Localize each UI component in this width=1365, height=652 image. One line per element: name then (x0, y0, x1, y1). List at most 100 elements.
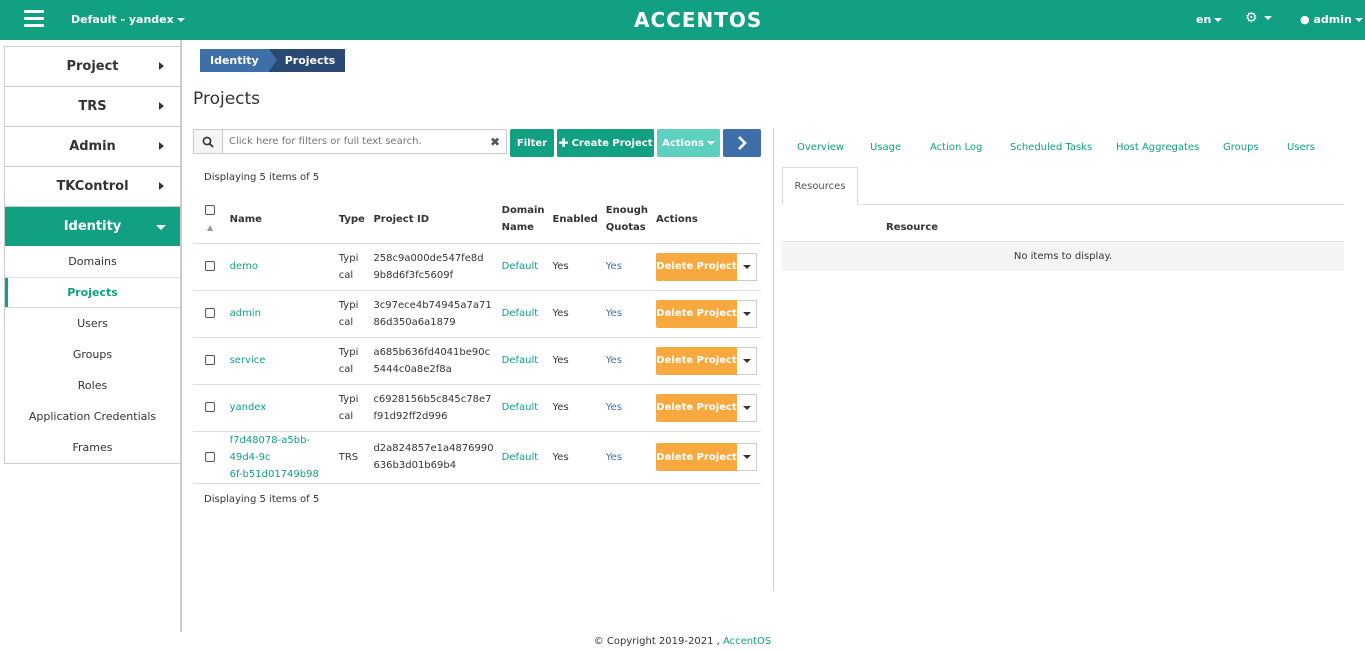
subnav-item-groups[interactable]: Groups (5, 339, 180, 370)
row-actions-dropdown[interactable] (737, 393, 757, 422)
id-line1: 3c97ece4b74945a7a71 (373, 299, 492, 311)
project-selector[interactable]: Default - yandex (71, 13, 185, 26)
cell-actions: Delete Project (652, 431, 761, 484)
cell-actions: Delete Project (652, 384, 761, 432)
cell-enabled: Yes (548, 290, 602, 338)
subnav-item-users[interactable]: Users (5, 308, 180, 339)
search-icon[interactable] (194, 130, 223, 153)
sidebar-item-trs[interactable]: TRS (4, 86, 181, 126)
table-row: f7d48078-a5bb-49d4-9c 6f-b51d01749b98 TRS d… (193, 431, 761, 484)
row-checkbox[interactable] (205, 261, 215, 271)
tab-resources[interactable]: Resources (782, 167, 858, 205)
delete-project-button[interactable]: Delete Project (656, 346, 737, 375)
subnav-item-projects[interactable]: Projects (5, 277, 180, 308)
select-all-checkbox[interactable] (205, 205, 215, 216)
col-type[interactable]: Type (334, 196, 370, 244)
cell-actions: Delete Project (652, 290, 761, 338)
chevron-down-icon (742, 311, 751, 316)
domain-link[interactable]: Default (502, 355, 539, 366)
project-name-link[interactable]: demo (230, 261, 258, 272)
domain-link[interactable]: Default (502, 308, 539, 319)
project-name-link[interactable]: service (230, 355, 266, 366)
cell-quotas: Yes (601, 337, 652, 385)
table-row: service Typi cal a685b636fd4041be90c 5444c0a… (193, 337, 761, 385)
sort-asc-icon[interactable]: ▲ (207, 223, 213, 232)
row-select-cell (193, 431, 226, 484)
id-line1: a685b636fd4041be90c (373, 346, 491, 358)
row-checkbox[interactable] (205, 355, 215, 365)
domain-link[interactable]: Default (502, 452, 539, 463)
col-name[interactable]: Name (225, 196, 335, 244)
domain-link[interactable]: Default (502, 261, 539, 272)
user-icon: ● (1300, 13, 1310, 26)
language-selector[interactable]: en (1196, 13, 1223, 26)
quotas-link[interactable]: Yes (606, 308, 622, 319)
delete-project-button[interactable]: Delete Project (656, 299, 737, 328)
quotas-link[interactable]: Yes (606, 452, 622, 463)
sidebar-item-identity[interactable]: Identity (4, 206, 181, 246)
sidebar-item-tkcontrol[interactable]: TKControl (4, 166, 181, 206)
table-row: yandex Typi cal c6928156b5c845c78e7 f91d92ff… (193, 384, 761, 432)
subnav-item-frames[interactable]: Frames (5, 432, 180, 463)
table-header-row: ▲ Name Type Project ID Domain Name Enable… (193, 196, 761, 244)
col-enabled[interactable]: Enabled (548, 196, 602, 244)
settings-menu[interactable]: ⚙ (1245, 10, 1272, 26)
subnav-item-domains[interactable]: Domains (5, 246, 180, 277)
cell-domain: Default (497, 431, 549, 484)
delete-project-button[interactable]: Delete Project (656, 443, 737, 471)
row-checkbox[interactable] (205, 402, 215, 412)
row-actions-dropdown[interactable] (737, 443, 757, 471)
row-select-cell (193, 384, 226, 432)
cell-name: demo (225, 243, 335, 291)
toggle-detail-button[interactable] (723, 129, 761, 157)
id-line2: 86d350a6a1879 (373, 316, 456, 328)
row-actions-dropdown[interactable] (737, 252, 757, 281)
search-bar: ✖ (193, 129, 507, 154)
sidebar-item-project[interactable]: Project (4, 46, 181, 86)
cell-project-id: 3c97ece4b74945a7a71 86d350a6a1879 (369, 290, 498, 338)
project-name-link[interactable]: f7d48078-a5bb-49d4-9c 6f-b51d01749b98 (230, 435, 319, 480)
cell-actions: Delete Project (652, 243, 761, 291)
col-quotas[interactable]: Enough Quotas (601, 196, 652, 244)
row-select-cell (193, 337, 226, 385)
page-title: Projects (193, 89, 261, 109)
quotas-link[interactable]: Yes (606, 402, 622, 413)
subnav-item-roles[interactable]: Roles (5, 370, 180, 401)
project-name-link[interactable]: yandex (230, 402, 267, 413)
chevron-down-icon (1214, 18, 1223, 22)
row-actions-dropdown[interactable] (737, 299, 757, 328)
id-line2: 9b8d6f3fc5609f (373, 269, 454, 281)
project-name-link[interactable]: admin (230, 308, 261, 319)
cell-type: TRS (334, 431, 370, 484)
row-checkbox[interactable] (205, 451, 215, 462)
user-menu[interactable]: ● admin (1300, 13, 1363, 26)
cell-quotas: Yes (601, 290, 652, 338)
domain-link[interactable]: Default (502, 402, 539, 413)
quotas-link[interactable]: Yes (606, 261, 622, 272)
cell-name: admin (225, 290, 335, 338)
type-line1: Typi (338, 393, 359, 405)
hamburger-menu-icon[interactable] (24, 10, 44, 28)
create-project-button[interactable]: ✚ Create Project (557, 129, 654, 157)
delete-project-button[interactable]: Delete Project (656, 252, 737, 281)
quotas-link[interactable]: Yes (606, 355, 622, 366)
clear-search-icon[interactable]: ✖ (484, 130, 506, 153)
breadcrumb-identity[interactable]: Identity (200, 49, 277, 72)
sidebar-item-admin[interactable]: Admin (4, 126, 181, 166)
row-actions-dropdown[interactable] (737, 346, 757, 375)
subnav-item-application-credentials[interactable]: Application Credentials (5, 401, 180, 432)
search-input[interactable] (223, 130, 484, 153)
chevron-down-icon (176, 18, 185, 22)
filter-button[interactable]: Filter (510, 129, 554, 157)
actions-dropdown-button[interactable]: Actions (657, 129, 720, 157)
row-checkbox[interactable] (205, 308, 215, 318)
col-quotas-line1: Enough (605, 205, 648, 217)
col-domain-name-line2: Name (501, 222, 534, 234)
footer-brand-link[interactable]: AccentOS (723, 636, 771, 647)
col-project-id[interactable]: Project ID (369, 196, 498, 244)
delete-project-button[interactable]: Delete Project (656, 393, 737, 422)
chevron-right-icon (159, 142, 164, 150)
cell-project-id: 258c9a000de547fe8d 9b8d6f3fc5609f (369, 243, 498, 291)
col-domain-name[interactable]: Domain Name (497, 196, 549, 244)
project-selector-label: Default - yandex (71, 13, 174, 26)
